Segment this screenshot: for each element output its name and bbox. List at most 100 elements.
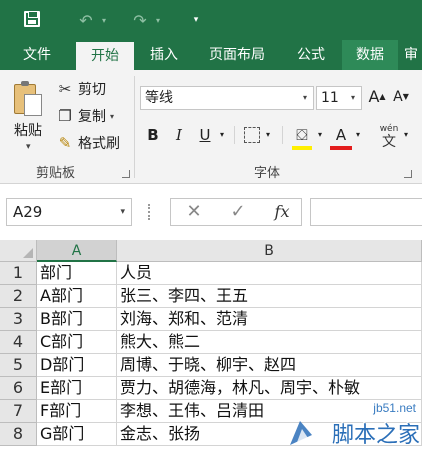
cell-a7[interactable]: F部门 (37, 400, 117, 423)
phonetic-label: wén (379, 124, 399, 134)
font-group-label: 字体 (254, 166, 281, 181)
customize-caret-icon[interactable]: ▾ (188, 8, 204, 32)
copy-button[interactable]: ❐ 复制 ▾ (56, 105, 114, 127)
scissors-icon: ✂ (58, 80, 72, 98)
row-header[interactable]: 1 (0, 262, 37, 285)
fill-color-bar (292, 146, 312, 150)
name-box-value: A29 (13, 203, 43, 221)
paste-icon[interactable] (14, 80, 44, 116)
cell-a6[interactable]: E部门 (37, 377, 117, 400)
cancel-icon[interactable]: ✕ (179, 199, 209, 225)
copy-dropdown-icon[interactable]: ▾ (110, 112, 114, 121)
cell-b3[interactable]: 刘海、郑和、范清 (117, 308, 422, 331)
underline-dropdown-icon[interactable]: ▾ (216, 124, 228, 146)
cell-b2[interactable]: 张三、李四、王五 (117, 285, 422, 308)
title-bar: ↶ ▾ ↷ ▾ ▾ (0, 0, 422, 40)
cell-b4[interactable]: 熊大、熊二 (117, 331, 422, 354)
row-header[interactable]: 7 (0, 400, 37, 423)
phonetic-char: 文 (382, 134, 396, 150)
cell-b6[interactable]: 贾力、胡德海，林凡、周宇、朴敏 (117, 377, 422, 400)
ribbon-tabs: 文件 开始 插入 页面布局 公式 数据 审 (0, 40, 422, 70)
select-all-corner[interactable] (0, 240, 37, 262)
paste-dropdown-icon[interactable]: ▾ (26, 142, 31, 152)
column-header-b[interactable]: B (117, 240, 422, 262)
watermark-url: jb51.net (373, 401, 416, 415)
tab-data[interactable]: 数据 (342, 40, 398, 70)
clipboard-launcher-icon[interactable] (122, 170, 130, 178)
font-color-dropdown-icon[interactable]: ▾ (352, 124, 364, 146)
watermark-brand: 脚本之家 (331, 423, 420, 448)
font-launcher-icon[interactable] (404, 170, 412, 178)
tab-home[interactable]: 开始 (76, 42, 134, 70)
font-name-value: 等线 (145, 90, 173, 106)
chevron-down-icon: ▾ (120, 207, 125, 217)
insert-function-icon[interactable]: fx (267, 199, 297, 225)
redo-icon[interactable]: ↷ (128, 8, 152, 32)
save-icon[interactable] (24, 11, 40, 27)
cell-a2[interactable]: A部门 (37, 285, 117, 308)
paintbrush-icon: ✎ (58, 134, 72, 152)
cell-a8[interactable]: G部门 (37, 423, 117, 446)
cell-b5[interactable]: 周博、于晓、柳宇、赵四 (117, 354, 422, 377)
undo-icon[interactable]: ↶ (74, 8, 98, 32)
splitter-handle[interactable] (148, 204, 152, 220)
watermark: jb51.net 脚本之家 (272, 401, 422, 449)
format-painter-button[interactable]: ✎ 格式刷 (56, 132, 120, 154)
chevron-down-icon: ▾ (350, 93, 355, 102)
cut-label: 剪切 (78, 82, 106, 98)
font-color-bar (330, 146, 352, 150)
formula-bar: A29 ▾ ✕ ✓ fx (0, 185, 422, 240)
copy-icon: ❐ (58, 107, 72, 125)
font-size-select[interactable]: 11 ▾ (316, 86, 362, 110)
redo-dropdown-icon[interactable]: ▾ (152, 8, 164, 32)
cut-button[interactable]: ✂ 剪切 (56, 78, 106, 100)
column-header-a[interactable]: A (37, 240, 117, 262)
watermark-logo-icon (290, 421, 312, 445)
row-header[interactable]: 3 (0, 308, 37, 331)
phonetic-guide-button[interactable]: wén 文 (378, 124, 400, 150)
fill-color-dropdown-icon[interactable]: ▾ (314, 124, 326, 146)
underline-button[interactable]: U (196, 124, 214, 146)
tab-insert[interactable]: 插入 (136, 40, 192, 70)
undo-dropdown-icon[interactable]: ▾ (98, 8, 110, 32)
group-separator (134, 76, 135, 178)
row-header[interactable]: 4 (0, 331, 37, 354)
cell-b1[interactable]: 人员 (117, 262, 422, 285)
font-size-value: 11 (321, 90, 339, 106)
tab-formulas[interactable]: 公式 (282, 40, 340, 70)
increase-font-icon: A (368, 87, 380, 106)
formula-input[interactable] (310, 198, 422, 226)
fill-color-icon[interactable]: ⛋ (292, 124, 312, 146)
row-header[interactable]: 5 (0, 354, 37, 377)
copy-label: 复制 (78, 109, 106, 125)
tab-review[interactable]: 审 (400, 40, 422, 70)
decrease-font-icon: A (393, 89, 403, 105)
ribbon: 粘贴 ▾ ✂ 剪切 ❐ 复制 ▾ ✎ 格式刷 剪贴板 等线 ▾ 11 ▾ A▲ … (0, 70, 422, 184)
row-header[interactable]: 2 (0, 285, 37, 308)
row-header[interactable]: 6 (0, 377, 37, 400)
tab-page-layout[interactable]: 页面布局 (194, 40, 280, 70)
italic-button[interactable]: I (170, 124, 188, 146)
cell-a4[interactable]: C部门 (37, 331, 117, 354)
increase-font-size-button[interactable]: A▲ (368, 86, 386, 108)
cell-a3[interactable]: B部门 (37, 308, 117, 331)
chevron-down-icon: ▾ (302, 93, 307, 102)
cell-a5[interactable]: D部门 (37, 354, 117, 377)
toolbar-divider (234, 126, 235, 144)
tab-file[interactable]: 文件 (0, 40, 74, 70)
enter-icon[interactable]: ✓ (223, 199, 253, 225)
formula-buttons: ✕ ✓ fx (170, 198, 302, 226)
borders-dropdown-icon[interactable]: ▾ (262, 124, 274, 146)
decrease-font-size-button[interactable]: A▼ (392, 86, 410, 108)
clipboard-group-label: 剪贴板 (36, 166, 76, 181)
bold-button[interactable]: B (144, 124, 162, 146)
font-color-button[interactable]: A (332, 124, 350, 146)
borders-icon[interactable] (244, 127, 260, 143)
row-header[interactable]: 8 (0, 423, 37, 446)
cell-a1[interactable]: 部门 (37, 262, 117, 285)
font-name-select[interactable]: 等线 ▾ (140, 86, 314, 110)
format-painter-label: 格式刷 (78, 136, 120, 152)
phonetic-dropdown-icon[interactable]: ▾ (400, 124, 412, 146)
paste-button[interactable]: 粘贴 (14, 120, 42, 140)
name-box[interactable]: A29 ▾ (6, 198, 132, 226)
